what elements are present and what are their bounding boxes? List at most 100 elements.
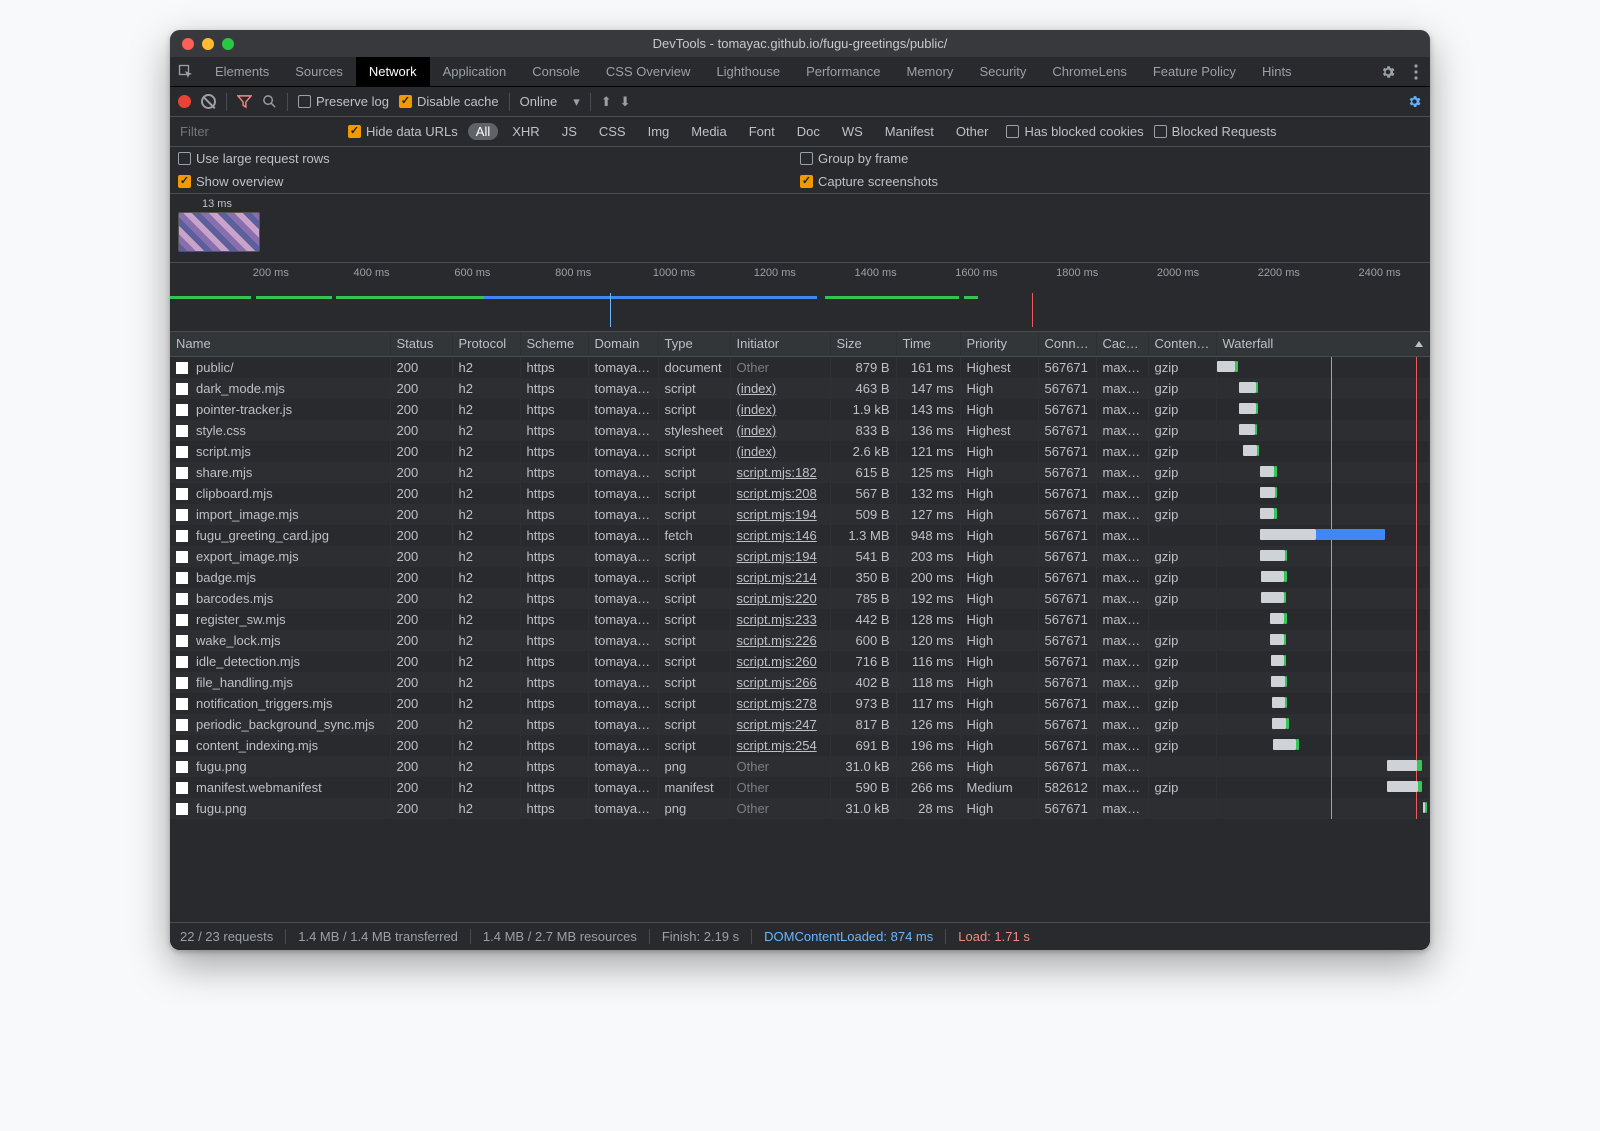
initiator-link[interactable]: script.mjs:247 <box>737 717 817 732</box>
close-icon[interactable] <box>182 38 194 50</box>
column-header-protocol[interactable]: Protocol <box>452 332 520 356</box>
tab-chromelens[interactable]: ChromeLens <box>1039 57 1139 86</box>
table-row[interactable]: content_indexing.mjs200h2httpstomayac…sc… <box>170 735 1430 756</box>
preserve-log-checkbox[interactable]: Preserve log <box>298 94 389 109</box>
tab-memory[interactable]: Memory <box>893 57 966 86</box>
initiator-link[interactable]: script.mjs:182 <box>737 465 817 480</box>
column-header-priority[interactable]: Priority <box>960 332 1038 356</box>
tab-css-overview[interactable]: CSS Overview <box>593 57 704 86</box>
clear-button[interactable] <box>201 94 216 109</box>
tab-feature-policy[interactable]: Feature Policy <box>1140 57 1249 86</box>
type-filter-css[interactable]: CSS <box>591 123 634 140</box>
type-filter-media[interactable]: Media <box>683 123 734 140</box>
tab-console[interactable]: Console <box>519 57 593 86</box>
settings-gear-icon[interactable] <box>1374 57 1402 86</box>
type-filter-font[interactable]: Font <box>741 123 783 140</box>
table-row[interactable]: file_handling.mjs200h2httpstomayac…scrip… <box>170 672 1430 693</box>
initiator-link[interactable]: script.mjs:214 <box>737 570 817 585</box>
column-header-scheme[interactable]: Scheme <box>520 332 588 356</box>
download-har-icon[interactable]: ⬇ <box>620 94 631 110</box>
table-row[interactable]: export_image.mjs200h2httpstomayac…script… <box>170 546 1430 567</box>
requests-table[interactable]: NameStatusProtocolSchemeDomainTypeInitia… <box>170 332 1430 922</box>
table-row[interactable]: manifest.webmanifest200h2httpstomayac…ma… <box>170 777 1430 798</box>
minimize-icon[interactable] <box>202 38 214 50</box>
initiator-link[interactable]: (index) <box>737 423 777 438</box>
table-row[interactable]: import_image.mjs200h2httpstomayac…script… <box>170 504 1430 525</box>
table-row[interactable]: dark_mode.mjs200h2httpstomayac…script(in… <box>170 378 1430 399</box>
initiator-link[interactable]: script.mjs:194 <box>737 549 817 564</box>
table-row[interactable]: periodic_background_sync.mjs200h2httpsto… <box>170 714 1430 735</box>
table-row[interactable]: clipboard.mjs200h2httpstomayac…scriptscr… <box>170 483 1430 504</box>
search-icon[interactable] <box>262 94 277 109</box>
column-header-size[interactable]: Size <box>830 332 896 356</box>
initiator-link[interactable]: script.mjs:220 <box>737 591 817 606</box>
show-overview-checkbox[interactable]: Show overview <box>178 174 800 189</box>
disable-cache-checkbox[interactable]: Disable cache <box>399 94 499 109</box>
table-row[interactable]: pointer-tracker.js200h2httpstomayac…scri… <box>170 399 1430 420</box>
tab-elements[interactable]: Elements <box>202 57 282 86</box>
initiator-link[interactable]: script.mjs:260 <box>737 654 817 669</box>
column-header-cach[interactable]: Cach… <box>1096 332 1148 356</box>
column-header-waterfall[interactable]: Waterfall <box>1216 332 1430 356</box>
hide-data-urls-checkbox[interactable]: Hide data URLs <box>348 124 458 139</box>
column-header-time[interactable]: Time <box>896 332 960 356</box>
type-filter-manifest[interactable]: Manifest <box>877 123 942 140</box>
initiator-link[interactable]: (index) <box>737 381 777 396</box>
tab-lighthouse[interactable]: Lighthouse <box>703 57 793 86</box>
table-row[interactable]: style.css200h2httpstomayac…stylesheet(in… <box>170 420 1430 441</box>
column-header-content[interactable]: Content-… <box>1148 332 1216 356</box>
filter-input[interactable] <box>178 121 338 143</box>
initiator-link[interactable]: script.mjs:194 <box>737 507 817 522</box>
type-filter-ws[interactable]: WS <box>834 123 871 140</box>
table-row[interactable]: wake_lock.mjs200h2httpstomayac…scriptscr… <box>170 630 1430 651</box>
table-row[interactable]: fugu.png200h2httpstomayac…pngOther31.0 k… <box>170 756 1430 777</box>
type-filter-other[interactable]: Other <box>948 123 997 140</box>
type-filter-xhr[interactable]: XHR <box>504 123 547 140</box>
column-header-conne[interactable]: Conne… <box>1038 332 1096 356</box>
column-header-type[interactable]: Type <box>658 332 730 356</box>
tab-sources[interactable]: Sources <box>282 57 356 86</box>
throttling-select[interactable]: Online ▾ <box>520 94 580 110</box>
screenshot-thumbnail[interactable] <box>178 212 260 252</box>
type-filter-all[interactable]: All <box>468 123 498 140</box>
tab-application[interactable]: Application <box>430 57 520 86</box>
initiator-link[interactable]: script.mjs:233 <box>737 612 817 627</box>
table-row[interactable]: share.mjs200h2httpstomayac…scriptscript.… <box>170 462 1430 483</box>
type-filter-doc[interactable]: Doc <box>789 123 828 140</box>
overview-timeline[interactable]: 200 ms400 ms600 ms800 ms1000 ms1200 ms14… <box>170 263 1430 332</box>
table-row[interactable]: fugu_greeting_card.jpg200h2httpstomayac…… <box>170 525 1430 546</box>
initiator-link[interactable]: script.mjs:266 <box>737 675 817 690</box>
group-by-frame-checkbox[interactable]: Group by frame <box>800 151 1422 166</box>
filter-funnel-icon[interactable] <box>237 94 252 109</box>
tab-hints[interactable]: Hints <box>1249 57 1305 86</box>
table-row[interactable]: idle_detection.mjs200h2httpstomayac…scri… <box>170 651 1430 672</box>
column-header-initiator[interactable]: Initiator <box>730 332 830 356</box>
initiator-link[interactable]: script.mjs:146 <box>737 528 817 543</box>
table-row[interactable]: notification_triggers.mjs200h2httpstomay… <box>170 693 1430 714</box>
initiator-link[interactable]: script.mjs:254 <box>737 738 817 753</box>
table-row[interactable]: register_sw.mjs200h2httpstomayac…scripts… <box>170 609 1430 630</box>
initiator-link[interactable]: script.mjs:208 <box>737 486 817 501</box>
table-row[interactable]: public/200h2httpstomayac…documentOther87… <box>170 356 1430 378</box>
record-button[interactable] <box>178 95 191 108</box>
has-blocked-cookies-checkbox[interactable]: Has blocked cookies <box>1006 124 1143 139</box>
tab-performance[interactable]: Performance <box>793 57 893 86</box>
table-row[interactable]: badge.mjs200h2httpstomayac…scriptscript.… <box>170 567 1430 588</box>
upload-har-icon[interactable]: ⬆ <box>601 94 612 110</box>
kebab-menu-icon[interactable] <box>1402 57 1430 86</box>
inspect-element-icon[interactable] <box>170 57 202 86</box>
column-header-domain[interactable]: Domain <box>588 332 658 356</box>
column-header-status[interactable]: Status <box>390 332 452 356</box>
initiator-link[interactable]: script.mjs:278 <box>737 696 817 711</box>
initiator-link[interactable]: script.mjs:226 <box>737 633 817 648</box>
maximize-icon[interactable] <box>222 38 234 50</box>
initiator-link[interactable]: (index) <box>737 402 777 417</box>
initiator-link[interactable]: (index) <box>737 444 777 459</box>
tab-network[interactable]: Network <box>356 57 430 86</box>
capture-screenshots-checkbox[interactable]: Capture screenshots <box>800 174 1422 189</box>
blocked-requests-checkbox[interactable]: Blocked Requests <box>1154 124 1277 139</box>
table-row[interactable]: barcodes.mjs200h2httpstomayac…scriptscri… <box>170 588 1430 609</box>
network-settings-icon[interactable] <box>1407 94 1422 109</box>
column-header-name[interactable]: Name <box>170 332 390 356</box>
type-filter-img[interactable]: Img <box>640 123 678 140</box>
